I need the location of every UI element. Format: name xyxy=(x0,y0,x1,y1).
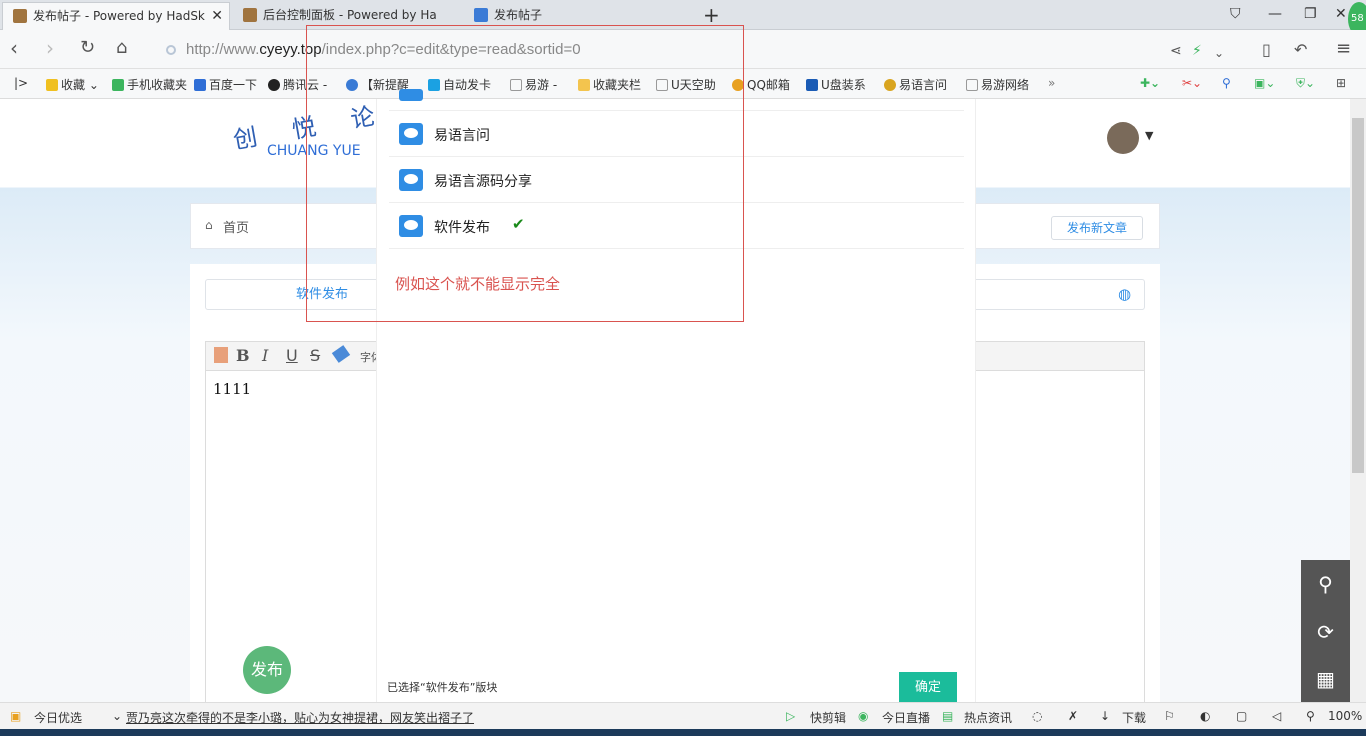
breadcrumb-home[interactable]: 首页 xyxy=(223,217,249,236)
menu-icon[interactable]: ≡ xyxy=(1336,39,1351,59)
tablet-icon[interactable]: ▯ xyxy=(1262,40,1271,60)
news-icon: ▤ xyxy=(942,709,954,723)
status-item[interactable]: 快剪辑 xyxy=(810,709,846,726)
publish-button[interactable]: 发布 xyxy=(243,646,291,694)
grid-icon[interactable]: ⊞ xyxy=(1336,76,1346,90)
news-link[interactable]: 贾乃亮这次牵得的不是李小璐，贴心为女神提裙，网友笑出褶子了 xyxy=(126,709,474,726)
new-article-button[interactable]: 发布新文章 xyxy=(1051,216,1143,240)
scissors-icon[interactable]: ✂⌄ xyxy=(1182,76,1202,90)
zoom-icon: ⚲ xyxy=(1306,709,1315,723)
more-bookmarks-icon[interactable]: » xyxy=(1048,76,1055,90)
tab-title: 后台控制面板 - Powered by Ha xyxy=(263,8,437,22)
bookmark-label: QQ邮箱 xyxy=(747,78,790,92)
caret-down-icon[interactable]: ▼ xyxy=(1145,129,1153,142)
window-icon[interactable]: ▢ xyxy=(1236,709,1247,723)
taskbar xyxy=(0,729,1366,736)
shield-icon[interactable]: ⛨⌄ xyxy=(1296,76,1315,91)
maximize-button[interactable]: ❐ xyxy=(1304,6,1317,22)
chevron-down-icon[interactable]: ⌄ xyxy=(1214,43,1224,63)
status-item[interactable]: 热点资讯 xyxy=(964,709,1012,726)
bookmark-item[interactable]: U盘装系 xyxy=(806,76,866,93)
home-icon[interactable]: ⌂ xyxy=(116,38,127,58)
sidebar-toggle-icon[interactable]: |> xyxy=(14,76,28,90)
gift-icon: ▣ xyxy=(10,709,22,723)
live-icon: ◉ xyxy=(858,709,869,723)
status-bar: ▣ 今日优选 ⌄ 贾乃亮这次牵得的不是李小璐，贴心为女神提裙，网友笑出褶子了 ▷… xyxy=(0,702,1366,729)
paw-icon xyxy=(194,79,206,91)
bookmark-label: 收藏 xyxy=(61,78,86,92)
bookmark-label: 易游网络 xyxy=(981,78,1030,92)
security-icon xyxy=(166,45,176,55)
bookmark-label: 手机收藏夹 xyxy=(127,78,188,92)
shirt-icon[interactable]: ⛉ xyxy=(1230,6,1241,22)
bookmark-item[interactable]: 易语言问 xyxy=(884,76,947,93)
reload-icon[interactable]: ↻ xyxy=(80,38,95,58)
bookmark-item[interactable]: 易游网络 xyxy=(966,76,1029,93)
zoom-level[interactable]: 100% xyxy=(1328,709,1362,723)
tab-title: 发布帖子 xyxy=(494,8,543,22)
download-icon: ↓ xyxy=(1100,709,1111,723)
confirm-button[interactable]: 确定 xyxy=(899,672,957,702)
add-icon[interactable]: ✚⌄ xyxy=(1140,76,1160,90)
star-icon xyxy=(46,79,58,91)
tab-publish-post[interactable]: 发布帖子 - Powered by HadSk ✕ xyxy=(2,2,230,30)
undo-icon[interactable]: ↶ xyxy=(1294,40,1307,60)
eraser-icon[interactable] xyxy=(331,345,351,363)
video-icon: ▷ xyxy=(786,709,796,723)
home-icon: ⌂ xyxy=(205,218,213,232)
package-icon xyxy=(13,9,27,23)
speed-icon[interactable]: ◌ xyxy=(1032,709,1042,723)
lightning-icon[interactable]: ⚡ xyxy=(1192,41,1202,61)
browser-icon[interactable]: ◐ xyxy=(1200,709,1210,723)
usb-icon xyxy=(806,79,818,91)
phone-icon xyxy=(112,79,124,91)
palette-icon[interactable]: ◍ xyxy=(1118,285,1131,303)
scrollbar-thumb[interactable] xyxy=(1352,118,1364,473)
status-left-label[interactable]: 今日优选 xyxy=(34,709,82,726)
search-icon[interactable]: ⚲ xyxy=(1301,560,1350,608)
chevron-down-icon: ⌄ xyxy=(112,709,123,723)
url-prefix: http://www. xyxy=(186,41,260,58)
source-icon[interactable] xyxy=(214,347,228,363)
bookmark-item[interactable]: 收藏 ⌄ xyxy=(46,76,99,93)
editor-text: 1111 xyxy=(213,380,252,398)
back-icon[interactable]: ‹ xyxy=(10,38,18,58)
page-icon xyxy=(966,79,978,91)
bookmark-label: U盘装系 xyxy=(821,78,866,92)
search-icon[interactable]: ⚲ xyxy=(1222,76,1231,90)
close-icon[interactable]: ✕ xyxy=(211,3,223,29)
share-icon[interactable]: ⋖ xyxy=(1170,41,1182,61)
refresh-icon[interactable]: ⟳ xyxy=(1301,608,1350,656)
italic-icon[interactable]: I xyxy=(262,346,268,365)
bold-icon[interactable]: B xyxy=(236,346,250,365)
pin-icon[interactable]: ✗ xyxy=(1068,709,1078,723)
underline-icon[interactable]: U xyxy=(286,346,298,365)
new-tab-button[interactable]: + xyxy=(703,3,720,27)
status-item[interactable]: 下载 xyxy=(1122,709,1146,726)
bookmark-item[interactable]: 手机收藏夹 xyxy=(112,76,187,93)
bookmark-label: 百度一下 xyxy=(209,78,258,92)
annotation-box xyxy=(306,25,744,322)
status-item[interactable]: 今日直播 xyxy=(882,709,930,726)
page-icon xyxy=(474,8,488,22)
qrcode-icon[interactable]: ▦ xyxy=(1301,656,1350,702)
volume-icon[interactable]: ◁ xyxy=(1272,709,1281,723)
close-window-button[interactable]: ✕ xyxy=(1335,6,1347,22)
gamepad-icon[interactable]: ▣⌄ xyxy=(1254,76,1275,90)
qq-icon xyxy=(268,79,280,91)
avatar[interactable] xyxy=(1107,122,1139,154)
selected-forum-text: 已选择“软件发布”版块 xyxy=(387,681,498,694)
minimize-button[interactable]: — xyxy=(1268,6,1282,22)
tab-title: 发布帖子 - Powered by HadSk xyxy=(33,9,205,23)
bookmark-item[interactable]: 百度一下 xyxy=(194,76,257,93)
strikethrough-icon[interactable]: S xyxy=(310,346,320,365)
bookmark-label: 易语言问 xyxy=(899,78,948,92)
forward-icon[interactable]: › xyxy=(46,38,54,58)
flag-icon[interactable]: ⚐ xyxy=(1164,709,1175,723)
globe-icon xyxy=(884,79,896,91)
package-icon xyxy=(243,8,257,22)
